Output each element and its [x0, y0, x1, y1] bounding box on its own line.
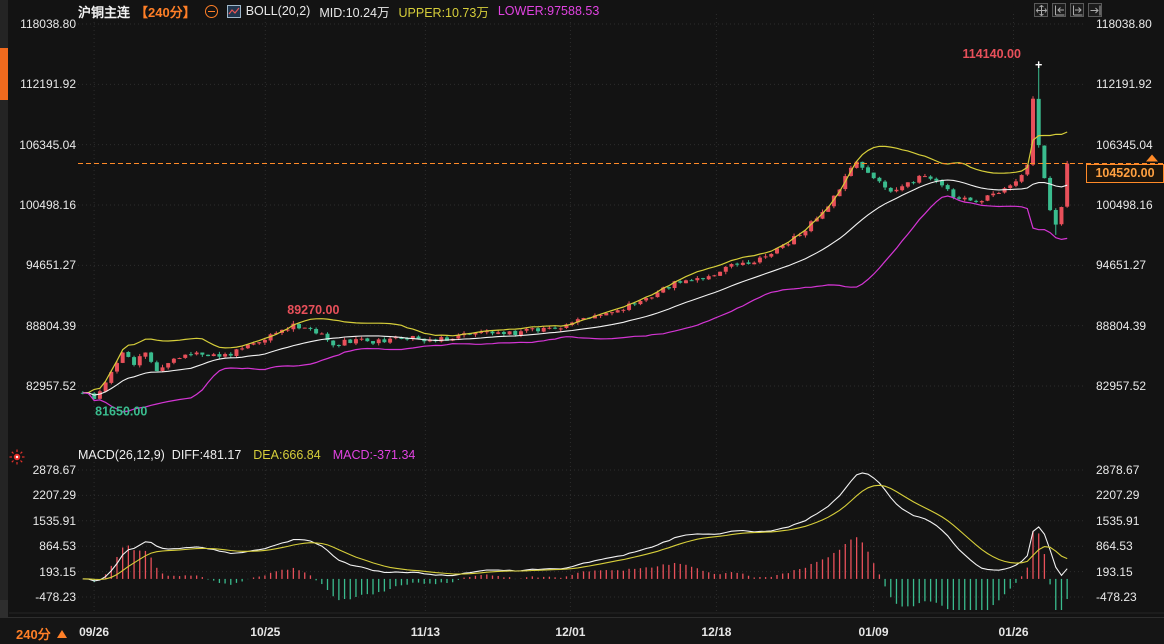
candles-layer [80, 64, 1070, 400]
macd-layer [82, 472, 1068, 610]
time-axis: 240分 09/26 10/25 11/13 12/01 12/18 01/09 01/26 [0, 617, 1164, 644]
collapse-icon[interactable] [204, 4, 218, 18]
alert-blink-icon[interactable] [8, 448, 26, 466]
chart-canvas[interactable]: 114140.00 +89270.00 81650.00 [0, 0, 1164, 617]
price-up-arrow-icon [1146, 154, 1158, 162]
date-label: 01/09 [858, 625, 889, 639]
chart-header: 沪铜主连 【240分】 BOLL(20,2) MID:10.24万 UPPER:… [78, 2, 600, 21]
macd-header: MACD(26,12,9) DIFF:481.17 DEA:666.84 MAC… [78, 447, 415, 462]
boll-mid-value: MID:10.24万 [319, 5, 390, 20]
boll-lower-value: LOWER:97588.53 [497, 4, 600, 18]
goto-latest-icon[interactable] [1088, 3, 1102, 17]
date-label: 01/26 [998, 625, 1029, 639]
trading-terminal-window: 沪铜主连 【240分】 BOLL(20,2) MID:10.24万 UPPER:… [0, 0, 1164, 644]
macd-dea-value: DEA:666.84 [253, 447, 321, 462]
chart-toolbar [1034, 3, 1102, 17]
date-label: 09/26 [79, 625, 110, 639]
date-label: 10/25 [250, 625, 281, 639]
period-badge[interactable]: 【240分】 [135, 2, 196, 21]
indicator-name[interactable]: BOLL(20,2) [246, 4, 311, 18]
annotation-session-high: 114140.00 [963, 47, 1021, 61]
annotation-swing-high: 89270.00 [287, 303, 339, 317]
symbol-name[interactable]: 沪铜主连 [78, 2, 130, 21]
date-label: 12/18 [701, 625, 732, 639]
last-price-tag: 104520.00 [1086, 163, 1164, 183]
macd-bar-value: MACD:-371.34 [332, 447, 416, 462]
boll-bands-layer [82, 131, 1068, 413]
macd-diff-value: DIFF:481.17 [171, 447, 242, 462]
date-label: 12/01 [555, 625, 586, 639]
pan-tool-icon[interactable] [1034, 3, 1048, 17]
period-switch-label: 240分 [16, 627, 51, 642]
annotation-swing-low: 81650.00 [95, 404, 147, 418]
gridlines [9, 14, 1164, 614]
period-up-triangle-icon [56, 629, 67, 638]
expand-x-icon[interactable] [1070, 3, 1084, 17]
macd-indicator-name[interactable]: MACD(26,12,9) [78, 448, 165, 462]
period-switch-button[interactable]: 240分 [16, 624, 67, 643]
date-label: 11/13 [410, 625, 441, 639]
boll-upper-value: UPPER:10.73万 [398, 5, 489, 20]
high-plus-marker: + [1035, 58, 1042, 72]
compress-x-icon[interactable] [1052, 3, 1066, 17]
indicator-mini-chart-icon [226, 4, 241, 18]
